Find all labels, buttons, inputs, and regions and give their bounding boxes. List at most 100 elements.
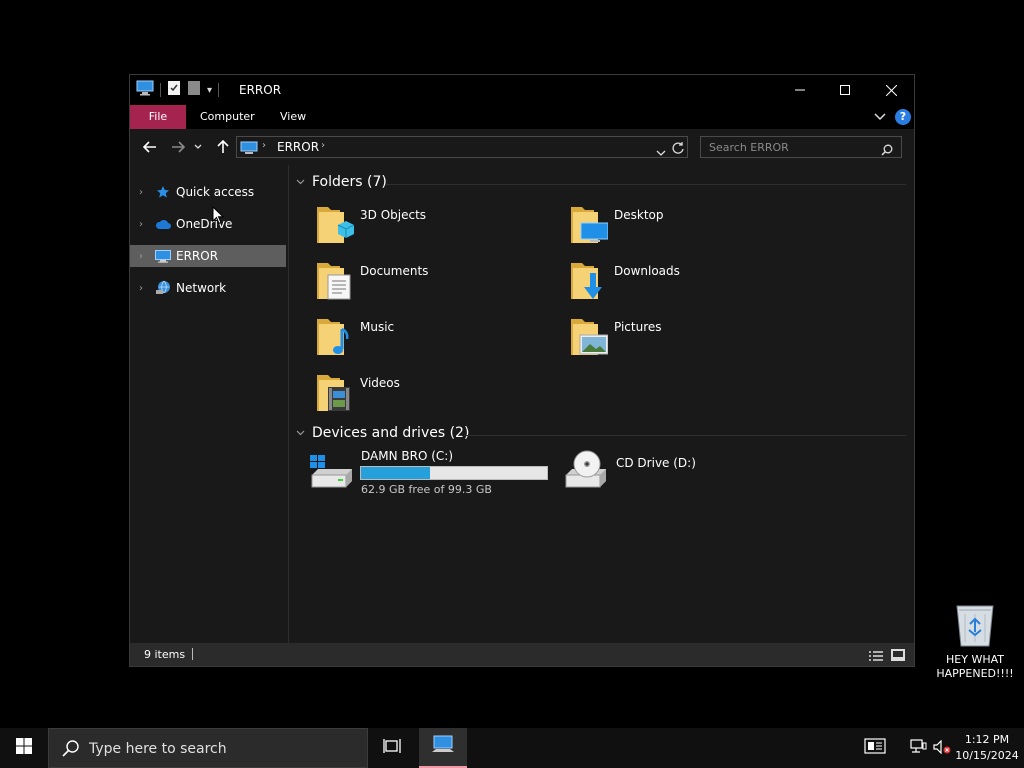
details-view-icon[interactable] <box>868 648 884 667</box>
minimize-button[interactable] <box>777 75 823 105</box>
up-button[interactable] <box>213 137 233 157</box>
news-icon <box>864 738 886 758</box>
computer-icon <box>136 80 154 100</box>
properties-icon[interactable] <box>167 80 181 100</box>
content-pane: Folders (7) 3D Objects Desktop Documents… <box>290 165 914 643</box>
folder-tile-music[interactable]: Music <box>314 315 554 367</box>
recent-locations-button[interactable] <box>192 137 204 157</box>
task-view-icon <box>383 738 401 758</box>
expand-chevron-icon[interactable]: › <box>130 219 152 230</box>
nav-item-label: Quick access <box>176 185 255 199</box>
network-tray-button[interactable] <box>906 728 930 768</box>
taskbar-search-input[interactable]: Type here to search <box>89 741 227 757</box>
back-button[interactable] <box>140 137 160 157</box>
3d-objects-folder-icon <box>314 203 355 247</box>
navigation-bar: › ERROR › Search ERROR <box>130 129 914 165</box>
start-button[interactable] <box>0 728 48 768</box>
folders-group-header[interactable]: Folders (7) <box>296 174 387 190</box>
tab-computer[interactable]: Computer <box>186 105 269 129</box>
nav-item-label: ERROR <box>176 249 219 263</box>
folder-tile-pictures[interactable]: Pictures <box>568 315 808 367</box>
desktop: ▾ ERROR File Computer View ? › ERROR › S… <box>0 0 1024 728</box>
recycle-bin-label-line1: HEY WHAT <box>946 653 1004 666</box>
computer-icon <box>240 140 258 159</box>
recycle-bin-icon <box>953 602 997 652</box>
breadcrumb-separator-icon: › <box>262 140 266 151</box>
folder-tile-desktop[interactable]: Desktop <box>568 203 808 255</box>
status-bar: 9 items <box>130 643 914 666</box>
folder-label: Desktop <box>614 208 664 222</box>
clock-time: 1:12 PM <box>964 733 1010 746</box>
news-widget-button[interactable] <box>858 728 892 768</box>
help-icon[interactable]: ? <box>895 109 911 125</box>
breadcrumb-error[interactable]: ERROR <box>277 140 319 154</box>
expand-chevron-icon[interactable]: › <box>130 283 152 294</box>
expand-ribbon-icon[interactable] <box>874 110 886 124</box>
new-folder-icon[interactable] <box>187 80 201 100</box>
recycle-bin-label-line2: HAPPENED!!!! <box>936 667 1014 680</box>
folders-header-label: Folders (7) <box>312 174 387 190</box>
expand-chevron-icon[interactable]: › <box>130 251 152 262</box>
address-dropdown-icon[interactable] <box>656 142 666 161</box>
large-icons-view-icon[interactable] <box>890 647 906 666</box>
nav-item-error[interactable]: › ERROR <box>130 245 286 267</box>
folder-tile-documents[interactable]: Documents <box>314 259 554 311</box>
status-divider <box>192 648 193 660</box>
group-divider <box>386 184 906 185</box>
drive-free-space: 62.9 GB free of 99.3 GB <box>361 483 492 496</box>
drive-label: CD Drive (D:) <box>616 456 696 470</box>
folder-label: Downloads <box>614 264 680 278</box>
network-icon <box>152 280 174 296</box>
drives-group-header[interactable]: Devices and drives (2) <box>296 425 469 441</box>
taskbar-search-box[interactable]: Type here to search <box>48 728 368 768</box>
close-button[interactable] <box>868 75 914 105</box>
mouse-cursor-icon <box>212 205 225 229</box>
search-icon[interactable] <box>881 141 893 160</box>
folder-label: Pictures <box>614 320 662 334</box>
downloads-folder-icon <box>568 259 608 303</box>
window-title: ERROR <box>239 83 282 97</box>
tab-file[interactable]: File <box>130 105 186 129</box>
cd-drive-icon <box>562 447 608 495</box>
customize-qat-icon[interactable]: ▾ <box>207 85 212 96</box>
search-input[interactable]: Search ERROR <box>709 141 789 154</box>
folder-label: Videos <box>360 376 400 390</box>
maximize-button[interactable] <box>822 75 868 105</box>
file-explorer-taskbar-button[interactable] <box>419 728 467 768</box>
folder-tile-videos[interactable]: Videos <box>314 371 554 423</box>
folder-label: Documents <box>360 264 429 278</box>
computer-icon <box>431 735 455 759</box>
forward-button[interactable] <box>168 137 188 157</box>
volume-tray-button[interactable] <box>932 728 952 768</box>
drive-tile-d[interactable]: CD Drive (D:) <box>562 447 762 497</box>
breadcrumb-chevron-icon[interactable]: › <box>321 140 325 151</box>
drive-tile-c[interactable]: DAMN BRO (C:) 62.9 GB free of 99.3 GB <box>308 447 558 497</box>
search-icon <box>62 740 79 761</box>
collapse-chevron-icon[interactable] <box>296 177 312 188</box>
expand-chevron-icon[interactable]: › <box>130 187 152 198</box>
clock-date: 10/15/2024 <box>955 749 1019 762</box>
nav-item-onedrive[interactable]: › OneDrive <box>130 213 286 235</box>
nav-item-quick-access[interactable]: › Quick access <box>130 181 286 203</box>
folder-tile-3d-objects[interactable]: 3D Objects <box>314 203 554 255</box>
desktop-folder-icon <box>568 203 609 247</box>
address-bar[interactable]: › ERROR › <box>236 136 688 158</box>
ribbon: File Computer View ? <box>130 105 914 129</box>
collapse-chevron-icon[interactable] <box>296 428 312 439</box>
folder-label: Music <box>360 320 395 334</box>
nav-item-network[interactable]: › Network <box>130 277 286 299</box>
folder-tile-downloads[interactable]: Downloads <box>568 259 808 311</box>
network-disconnected-icon <box>909 738 927 758</box>
search-box[interactable]: Search ERROR <box>700 136 902 158</box>
group-divider <box>464 435 906 436</box>
navigation-pane: › Quick access › OneDrive › ERROR › Netw… <box>130 165 289 643</box>
taskbar-clock[interactable]: 1:12 PM 10/15/2024 <box>952 732 1022 764</box>
tab-view[interactable]: View <box>266 105 320 129</box>
title-bar[interactable]: ▾ ERROR <box>130 75 914 105</box>
refresh-icon[interactable] <box>672 140 684 159</box>
music-folder-icon <box>314 315 354 359</box>
taskbar: Type here to search 1:12 PM 10/15/2024 <box>0 728 1024 768</box>
recycle-bin-desktop-icon[interactable]: HEY WHAT HAPPENED!!!! <box>934 602 1016 684</box>
folder-label: 3D Objects <box>360 208 427 222</box>
task-view-button[interactable] <box>372 728 412 768</box>
